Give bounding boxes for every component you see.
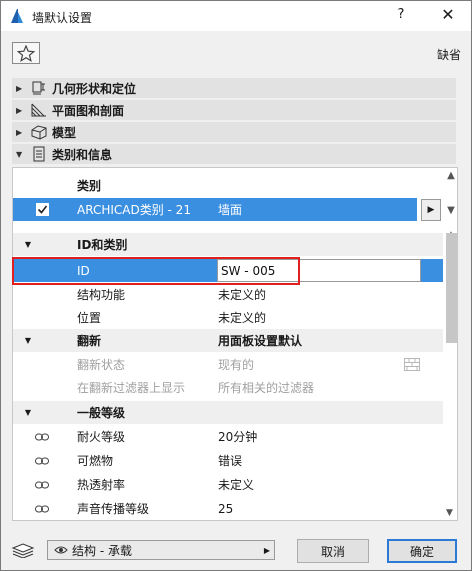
checkmark-icon bbox=[37, 205, 47, 214]
id-row-tail bbox=[421, 259, 443, 282]
close-button[interactable]: ✕ bbox=[438, 5, 458, 24]
property-value[interactable]: 20分钟 bbox=[218, 428, 257, 445]
arrow-right-icon: ▶ bbox=[263, 545, 270, 555]
property-label: 位置 bbox=[77, 311, 102, 325]
section-label: 模型 bbox=[52, 125, 77, 140]
arrow-right-icon: ▶ bbox=[427, 205, 435, 215]
category-row-selected[interactable]: ARCHICAD类别 - 21 墙面 bbox=[13, 198, 417, 221]
default-label: 缺省 bbox=[437, 48, 462, 62]
scroll-thumb[interactable] bbox=[446, 233, 457, 343]
archicad-app-icon bbox=[11, 9, 23, 23]
collapse-arrow-icon: ▼ bbox=[16, 149, 23, 159]
layer-value: 结构 - 承载 bbox=[72, 543, 132, 558]
collapse-arrow-icon: ▼ bbox=[24, 240, 32, 249]
help-button[interactable]: ? bbox=[391, 7, 411, 22]
section-classification[interactable]: ▼ 类别和信息 bbox=[12, 144, 456, 164]
property-value: 所有相关的过滤器 bbox=[218, 381, 315, 395]
section-label: 类别和信息 bbox=[52, 147, 113, 162]
category-picker-button[interactable]: ▶ bbox=[421, 199, 441, 221]
property-label: 结构功能 bbox=[77, 288, 126, 302]
property-value[interactable]: 未定义 bbox=[218, 476, 254, 493]
structural-function-row[interactable]: 结构功能 未定义的 bbox=[13, 283, 443, 306]
cancel-button[interactable]: 取消 bbox=[297, 539, 369, 563]
combustible-row[interactable]: 可燃物 错误 bbox=[13, 449, 443, 472]
group-row-id[interactable]: ▼ ID和类别 bbox=[13, 233, 443, 256]
category-header-row: 类别 bbox=[13, 174, 443, 197]
dialog-window: 墙默认设置 ? ✕ 缺省 ▶ 几何形状和定位 ▶ 平面图和剖面 ▶ 模型 ▼ 类… bbox=[0, 0, 472, 571]
category-value: 墙面 bbox=[218, 203, 243, 217]
acoustic-row[interactable]: 声音传播等级 25 bbox=[13, 497, 443, 520]
eye-icon bbox=[54, 546, 68, 554]
thermal-row[interactable]: 热透射率 未定义 bbox=[13, 473, 443, 496]
fire-rating-row[interactable]: 耐火等级 20分钟 bbox=[13, 425, 443, 448]
section-model[interactable]: ▶ 模型 bbox=[12, 122, 456, 142]
link-icon bbox=[35, 457, 49, 464]
highlight-box bbox=[12, 257, 300, 285]
group-label: 一般等级 bbox=[77, 406, 126, 420]
layer-select[interactable]: 结构 - 承载 ▶ bbox=[47, 540, 275, 560]
property-label: 在翻新过滤器上显示 bbox=[77, 381, 186, 395]
section-label: 几何形状和定位 bbox=[52, 81, 137, 96]
position-row[interactable]: 位置 未定义的 bbox=[13, 306, 443, 329]
category-header: 类别 bbox=[77, 179, 102, 193]
category-checkbox[interactable] bbox=[35, 203, 49, 216]
classification-panel: 类别 ▲ ▼ ARCHICAD类别 - 21 墙面 ▶ ▲ ▼ ▼ ID和类 bbox=[12, 167, 458, 521]
property-value[interactable]: 未定义的 bbox=[218, 286, 266, 303]
renovation-status-row: 翻新状态 现有的 bbox=[13, 353, 443, 376]
scroll-down-icon[interactable]: ▼ bbox=[446, 508, 453, 518]
link-icon bbox=[35, 433, 49, 440]
link-icon bbox=[35, 505, 49, 512]
property-value: 现有的 bbox=[218, 358, 255, 372]
link-icon bbox=[35, 481, 49, 488]
property-value[interactable]: 未定义的 bbox=[218, 309, 266, 326]
section-label: 平面图和剖面 bbox=[52, 103, 125, 118]
property-label: 声音传播等级 bbox=[77, 502, 150, 516]
window-title: 墙默认设置 bbox=[32, 11, 93, 25]
ok-button[interactable]: 确定 bbox=[387, 539, 457, 563]
collapse-arrow-icon: ▼ bbox=[24, 408, 32, 417]
brick-wall-icon bbox=[404, 358, 420, 371]
property-label: 耐火等级 bbox=[77, 430, 126, 444]
layers-icon bbox=[11, 543, 35, 558]
section-geometry[interactable]: ▶ 几何形状和定位 bbox=[12, 78, 456, 98]
title-bar: 墙默认设置 ? ✕ bbox=[1, 1, 471, 31]
group-value: 用面板设置默认 bbox=[218, 334, 303, 348]
expand-arrow-icon: ▶ bbox=[16, 105, 23, 115]
property-label: 热透射率 bbox=[77, 478, 126, 492]
model-icon bbox=[31, 125, 47, 140]
expand-arrow-icon: ▶ bbox=[16, 127, 23, 137]
category-scrollbar[interactable]: ▲ ▼ bbox=[444, 170, 457, 225]
group-label: ID和类别 bbox=[77, 238, 128, 252]
group-row-renovation[interactable]: ▼ 翻新 用面板设置默认 bbox=[13, 329, 443, 352]
property-label: 翻新状态 bbox=[77, 358, 126, 372]
group-label: 翻新 bbox=[77, 334, 102, 348]
collapse-arrow-icon: ▼ bbox=[24, 336, 32, 345]
document-info-icon bbox=[33, 146, 45, 162]
property-label: 可燃物 bbox=[77, 454, 114, 468]
section-floorplan[interactable]: ▶ 平面图和剖面 bbox=[12, 100, 456, 120]
favorites-button[interactable] bbox=[12, 42, 40, 64]
category-name: ARCHICAD类别 - 21 bbox=[77, 203, 191, 217]
dialog-footer: 结构 - 承载 ▶ 取消 确定 bbox=[1, 529, 471, 571]
expand-arrow-icon: ▶ bbox=[16, 83, 23, 93]
group-row-general[interactable]: ▼ 一般等级 bbox=[13, 401, 443, 424]
star-icon bbox=[17, 44, 35, 62]
property-value[interactable]: 错误 bbox=[218, 452, 242, 469]
floorplan-section-icon bbox=[31, 103, 46, 117]
renovation-filter-row: 在翻新过滤器上显示 所有相关的过滤器 bbox=[13, 376, 443, 399]
property-value[interactable]: 25 bbox=[218, 502, 233, 516]
geometry-icon bbox=[32, 81, 45, 95]
